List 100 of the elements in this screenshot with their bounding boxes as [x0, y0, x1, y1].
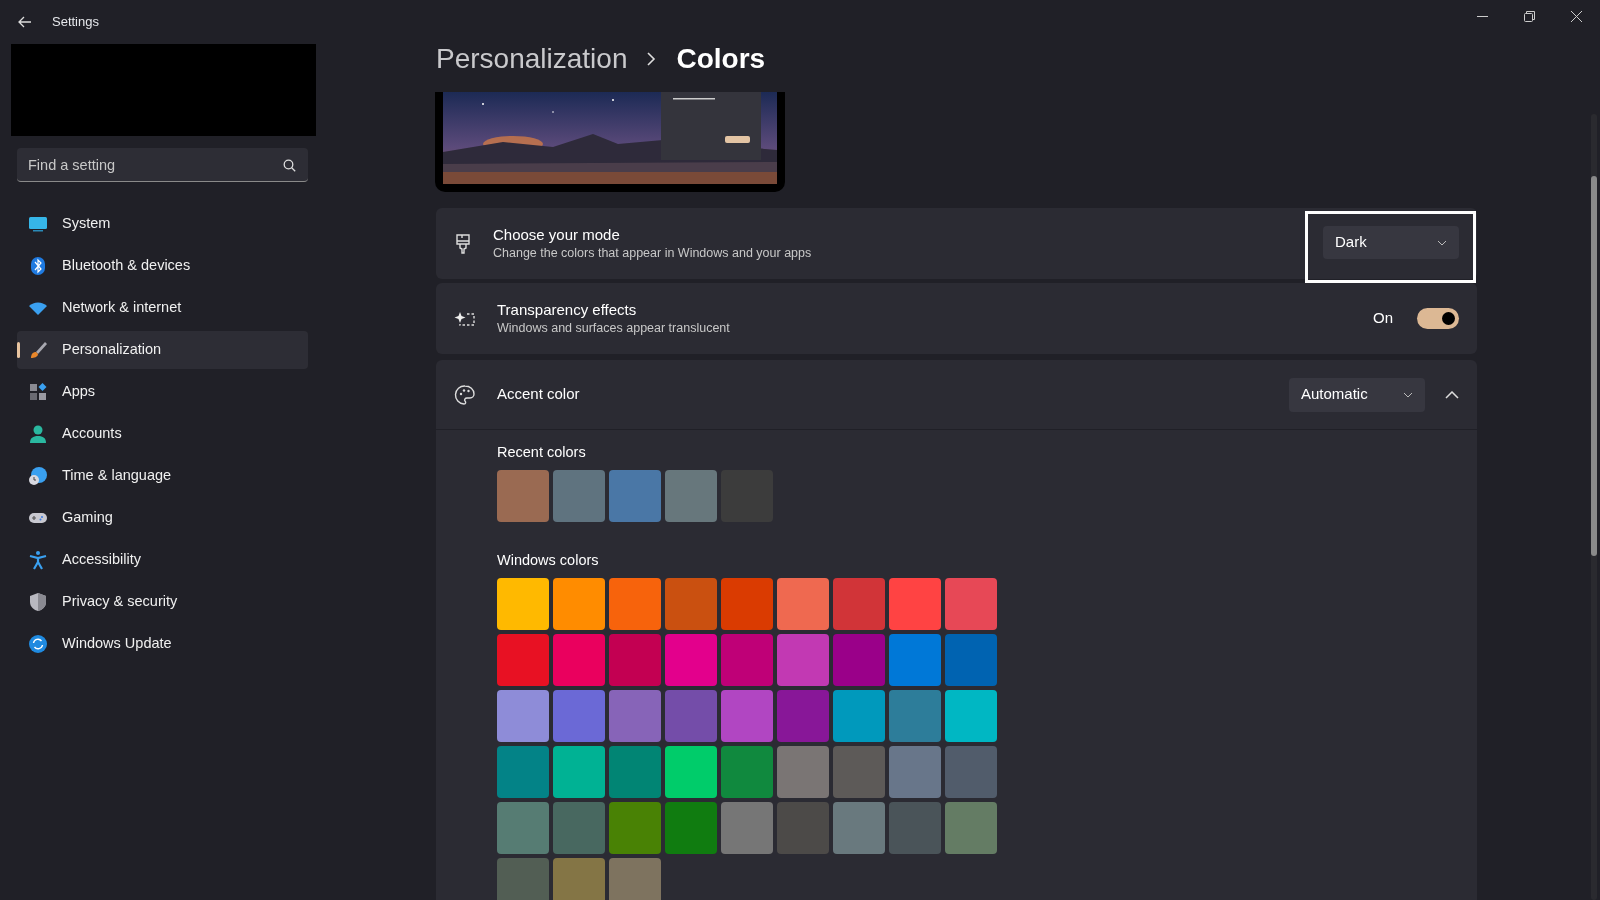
nav-item[interactable]: Network & internet: [17, 289, 308, 327]
color-swatch[interactable]: [553, 857, 605, 900]
chevron-down-icon: [1403, 391, 1413, 398]
shield-icon: [28, 592, 48, 612]
setting-description: Change the colors that appear in Windows and your apps: [493, 245, 813, 262]
color-swatch[interactable]: [721, 745, 773, 798]
nav-item[interactable]: Windows Update: [17, 625, 308, 663]
color-swatch[interactable]: [609, 577, 661, 630]
close-icon[interactable]: [1571, 11, 1582, 22]
color-swatch[interactable]: [721, 577, 773, 630]
color-swatch[interactable]: [889, 689, 941, 742]
globe-clock-icon: [28, 466, 48, 486]
color-swatch[interactable]: [553, 469, 605, 522]
color-swatch[interactable]: [665, 469, 717, 522]
color-swatch[interactable]: [777, 801, 829, 854]
section-label: Recent colors: [497, 443, 587, 462]
scrollbar[interactable]: [1591, 114, 1597, 900]
nav-item[interactable]: Personalization: [17, 331, 308, 369]
color-swatch[interactable]: [497, 577, 549, 630]
color-swatch[interactable]: [553, 689, 605, 742]
accent-dropdown[interactable]: Automatic: [1289, 377, 1425, 412]
person-icon: [28, 424, 48, 444]
color-swatch[interactable]: [889, 633, 941, 686]
color-swatch[interactable]: [497, 633, 549, 686]
color-swatch[interactable]: [833, 689, 885, 742]
search-field[interactable]: Find a setting: [17, 148, 308, 182]
color-swatch[interactable]: [945, 801, 997, 854]
color-swatch[interactable]: [665, 577, 717, 630]
palette-icon: [454, 383, 476, 406]
chevron-down-icon: [1437, 239, 1447, 246]
color-swatch[interactable]: [553, 577, 605, 630]
color-swatch[interactable]: [945, 577, 997, 630]
nav-item[interactable]: Time & language: [17, 457, 308, 495]
color-swatch[interactable]: [609, 633, 661, 686]
color-swatch[interactable]: [833, 633, 885, 686]
color-swatch[interactable]: [609, 469, 661, 522]
setting-title: Transparency effects: [497, 300, 638, 320]
setting-description: Windows and surfaces appear translucent: [497, 320, 731, 337]
color-swatch[interactable]: [609, 857, 661, 900]
nav-item[interactable]: Accessibility: [17, 541, 308, 579]
brush-icon: [454, 232, 472, 255]
color-swatch[interactable]: [497, 469, 549, 522]
back-icon[interactable]: [18, 16, 32, 28]
color-swatch[interactable]: [889, 745, 941, 798]
restore-icon[interactable]: [1524, 11, 1535, 22]
color-swatch[interactable]: [553, 801, 605, 854]
nav-item[interactable]: Gaming: [17, 499, 308, 537]
apps-icon: [28, 382, 48, 402]
monitor-icon: [28, 214, 48, 234]
toggle-switch[interactable]: [1417, 308, 1459, 329]
selection-indicator: [17, 342, 20, 358]
color-swatch[interactable]: [777, 577, 829, 630]
paintbrush-icon: [28, 340, 48, 360]
color-swatch[interactable]: [945, 745, 997, 798]
toggle-label: On: [1373, 308, 1393, 329]
color-swatch[interactable]: [665, 801, 717, 854]
color-swatch[interactable]: [609, 689, 661, 742]
color-swatch[interactable]: [665, 689, 717, 742]
setting-title: Accent color: [497, 384, 581, 405]
color-swatch[interactable]: [665, 633, 717, 686]
color-swatch[interactable]: [833, 577, 885, 630]
section-label: Windows colors: [497, 550, 600, 570]
nav-item[interactable]: Apps: [17, 373, 308, 411]
color-swatch[interactable]: [553, 633, 605, 686]
setting-title: Choose your mode: [493, 225, 621, 245]
color-swatch[interactable]: [833, 745, 885, 798]
nav-item[interactable]: System: [17, 205, 308, 243]
color-swatch[interactable]: [889, 577, 941, 630]
scrollbar-thumb[interactable]: [1591, 176, 1597, 556]
breadcrumb-link[interactable]: Personalization: [436, 38, 628, 80]
window-title: Settings: [52, 13, 99, 32]
chevron-right-icon: [647, 52, 657, 66]
nav-item[interactable]: Privacy & security: [17, 583, 308, 621]
color-swatch[interactable]: [889, 801, 941, 854]
color-swatch[interactable]: [497, 857, 549, 900]
color-swatch[interactable]: [497, 745, 549, 798]
color-swatch[interactable]: [833, 801, 885, 854]
color-swatch[interactable]: [609, 801, 661, 854]
color-swatch[interactable]: [777, 745, 829, 798]
chevron-icon[interactable]: [1445, 390, 1459, 399]
sync-icon: [28, 634, 48, 654]
color-swatch[interactable]: [497, 689, 549, 742]
accessibility-icon: [28, 550, 48, 570]
color-swatch[interactable]: [721, 689, 773, 742]
mode-dropdown[interactable]: Dark: [1323, 226, 1459, 259]
color-swatch[interactable]: [945, 689, 997, 742]
color-swatch[interactable]: [721, 801, 773, 854]
color-swatch[interactable]: [945, 633, 997, 686]
color-swatch[interactable]: [665, 745, 717, 798]
color-swatch[interactable]: [777, 633, 829, 686]
color-swatch[interactable]: [609, 745, 661, 798]
nav-item[interactable]: Bluetooth & devices: [17, 247, 308, 285]
color-swatch[interactable]: [553, 745, 605, 798]
bluetooth-icon: [28, 256, 48, 276]
color-swatch[interactable]: [777, 689, 829, 742]
nav-item[interactable]: Accounts: [17, 415, 308, 453]
color-swatch[interactable]: [721, 633, 773, 686]
search-icon: [283, 159, 296, 172]
color-swatch[interactable]: [497, 801, 549, 854]
page-title: Colors: [676, 42, 766, 76]
